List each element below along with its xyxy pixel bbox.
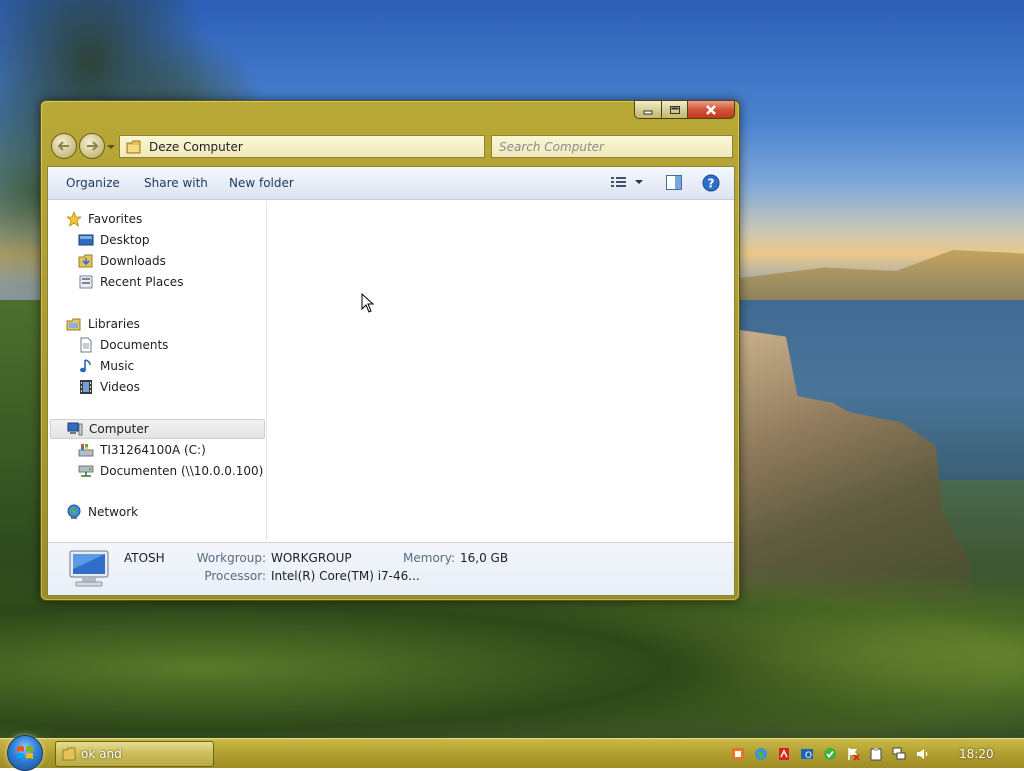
nav-libraries-label: Libraries — [88, 317, 140, 331]
preview-pane-button[interactable] — [666, 175, 682, 193]
tray-checkmark-icon[interactable] — [822, 746, 838, 762]
nav-desktop[interactable]: Desktop — [78, 230, 150, 250]
processor-label: Processor: — [204, 569, 266, 583]
organize-button[interactable]: Organize — [66, 176, 120, 190]
tray-network-globe-icon[interactable] — [753, 746, 769, 762]
command-bar: Organize Share with New folder ? — [48, 167, 734, 200]
memory-label: Memory: — [403, 551, 455, 565]
tray-pdf-icon[interactable] — [776, 746, 792, 762]
taskbar-clock[interactable]: 18:20 — [959, 747, 994, 761]
start-button[interactable] — [7, 735, 43, 771]
svg-text:O: O — [805, 751, 812, 761]
minimize-button[interactable] — [634, 100, 661, 119]
nav-computer-label: Computer — [89, 422, 149, 436]
tray-app-orange-icon[interactable] — [730, 746, 746, 762]
nav-network-label: Network — [88, 505, 139, 519]
nav-recent-places-label: Recent Places — [100, 275, 184, 289]
explorer-window: Deze Computer Organize Share with New fo… — [40, 100, 740, 601]
memory-value: 16,0 GB — [460, 551, 509, 565]
mouse-cursor-icon — [361, 292, 375, 316]
nav-documents-label: Documents — [100, 338, 169, 352]
folder-icon — [126, 140, 141, 153]
document-icon — [78, 337, 94, 353]
taskbar: ok and O 18:20 — [0, 735, 1024, 771]
tray-network-monitor-icon[interactable] — [891, 746, 907, 762]
nav-desktop-label: Desktop — [100, 233, 150, 247]
nav-videos-label: Videos — [100, 380, 140, 394]
view-list-icon — [611, 177, 626, 187]
star-icon — [66, 211, 82, 227]
details-pane: ATOSH Workgroup: WORKGROUP Memory: 16,0 … — [48, 542, 734, 595]
windows-logo-icon — [17, 746, 33, 759]
help-button[interactable]: ? — [702, 174, 720, 195]
network-drive-icon — [78, 463, 94, 479]
minimize-icon — [643, 110, 653, 114]
close-icon — [706, 104, 716, 115]
address-bar[interactable]: Deze Computer — [119, 135, 485, 158]
nav-music-label: Music — [100, 359, 135, 373]
tray-clipboard-icon[interactable] — [868, 746, 884, 762]
computer-icon — [67, 421, 83, 437]
desktop-icon — [78, 232, 94, 248]
nav-recent-places[interactable]: Recent Places — [78, 272, 183, 292]
hard-drive-icon — [78, 442, 94, 458]
maximize-icon — [669, 105, 680, 114]
recent-pages-dropdown[interactable] — [106, 142, 116, 152]
file-list-area[interactable] — [268, 201, 734, 541]
close-button[interactable] — [687, 100, 735, 119]
library-icon — [66, 316, 82, 332]
globe-icon — [66, 504, 82, 520]
navigation-bar: Deze Computer — [49, 133, 733, 159]
navigation-pane: Favorites Desktop Downloads Recent Place… — [48, 201, 289, 541]
nav-drive-c-label: TI31264100A (C:) — [100, 443, 206, 457]
explorer-content: Organize Share with New folder ? Favorit… — [47, 166, 735, 596]
taskbar-explorer-button[interactable]: ok and — [55, 741, 214, 767]
music-note-icon — [78, 358, 94, 374]
caption-buttons — [634, 100, 735, 119]
nav-favorites[interactable]: Favorites — [66, 209, 142, 229]
back-button[interactable] — [51, 133, 77, 159]
film-icon — [78, 379, 94, 395]
search-input[interactable] — [499, 139, 719, 154]
new-folder-button[interactable]: New folder — [229, 176, 294, 190]
processor-value: Intel(R) Core(TM) i7-46... — [271, 569, 420, 583]
forward-button[interactable] — [79, 133, 105, 159]
tray-outlook-icon[interactable]: O — [799, 746, 815, 762]
computer-large-icon — [66, 549, 112, 592]
folder-icon — [62, 747, 76, 761]
system-tray: O — [730, 744, 937, 764]
chevron-down-icon — [635, 180, 643, 184]
nav-favorites-label: Favorites — [88, 212, 143, 226]
arrow-left-icon — [57, 141, 69, 151]
nav-drive-x[interactable]: Documenten (\\10.0.0.100) (X:) — [78, 461, 289, 481]
nav-downloads-label: Downloads — [100, 254, 166, 268]
taskbar-button-label: ok and — [81, 747, 122, 761]
nav-documents[interactable]: Documents — [78, 335, 168, 355]
nav-computer[interactable]: Computer — [50, 419, 265, 439]
maximize-button[interactable] — [661, 100, 687, 119]
nav-music[interactable]: Music — [78, 356, 134, 376]
nav-videos[interactable]: Videos — [78, 377, 140, 397]
address-text: Deze Computer — [149, 139, 243, 154]
change-view-button[interactable] — [611, 176, 643, 188]
workgroup-label: Workgroup: — [196, 551, 266, 565]
computer-name: ATOSH — [124, 551, 165, 565]
tray-speaker-icon[interactable] — [914, 746, 930, 762]
svg-text:?: ? — [708, 177, 715, 191]
nav-drive-c[interactable]: TI31264100A (C:) — [78, 440, 206, 460]
nav-downloads[interactable]: Downloads — [78, 251, 166, 271]
chevron-down-icon — [107, 145, 115, 149]
preview-pane-icon — [666, 175, 682, 190]
search-box[interactable] — [491, 135, 733, 158]
downloads-folder-icon — [78, 253, 94, 269]
nav-libraries[interactable]: Libraries — [66, 314, 140, 334]
workgroup-value: WORKGROUP — [271, 551, 352, 565]
help-icon: ? — [702, 174, 720, 192]
nav-network[interactable]: Network — [66, 502, 138, 522]
tray-action-center-flag-icon[interactable] — [845, 746, 861, 762]
recent-places-icon — [78, 274, 94, 290]
arrow-right-icon — [87, 141, 99, 151]
nav-drive-x-label: Documenten (\\10.0.0.100) (X:) — [100, 464, 289, 478]
share-with-button[interactable]: Share with — [144, 176, 208, 190]
